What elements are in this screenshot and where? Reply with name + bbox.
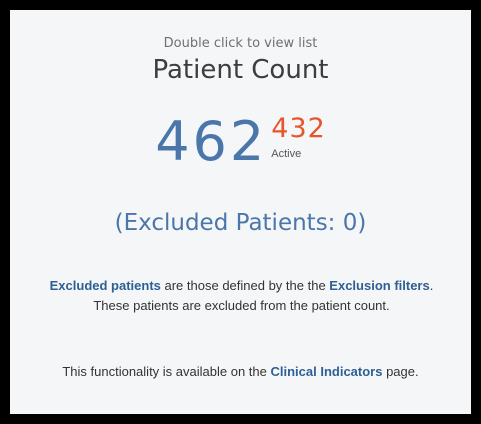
availability-text-2: page. bbox=[382, 364, 419, 379]
availability-note: This functionality is available on the C… bbox=[30, 362, 451, 382]
clinical-indicators-term: Clinical Indicators bbox=[270, 364, 383, 379]
active-label: Active bbox=[271, 148, 302, 160]
excluded-patients-count: (Excluded Patients: 0) bbox=[114, 210, 367, 236]
description-text-1: are those defined by the the bbox=[160, 278, 330, 293]
widget-title: Patient Count bbox=[152, 55, 329, 85]
active-count-block: 432 Active bbox=[271, 106, 326, 161]
total-patient-count: 462 bbox=[155, 110, 268, 173]
excluded-description: Excluded patients are those defined by t… bbox=[44, 276, 439, 316]
availability-text-1: This functionality is available on the bbox=[62, 364, 271, 379]
active-patient-count: 432 bbox=[271, 113, 326, 144]
double-click-hint: Double click to view list bbox=[163, 36, 318, 51]
patient-count-widget[interactable]: Double click to view list Patient Count … bbox=[10, 10, 471, 414]
kpi-block[interactable]: 462 432 Active bbox=[10, 106, 471, 178]
exclusion-filters-term: Exclusion filters bbox=[329, 278, 430, 293]
excluded-patients-term: Excluded patients bbox=[49, 278, 161, 293]
